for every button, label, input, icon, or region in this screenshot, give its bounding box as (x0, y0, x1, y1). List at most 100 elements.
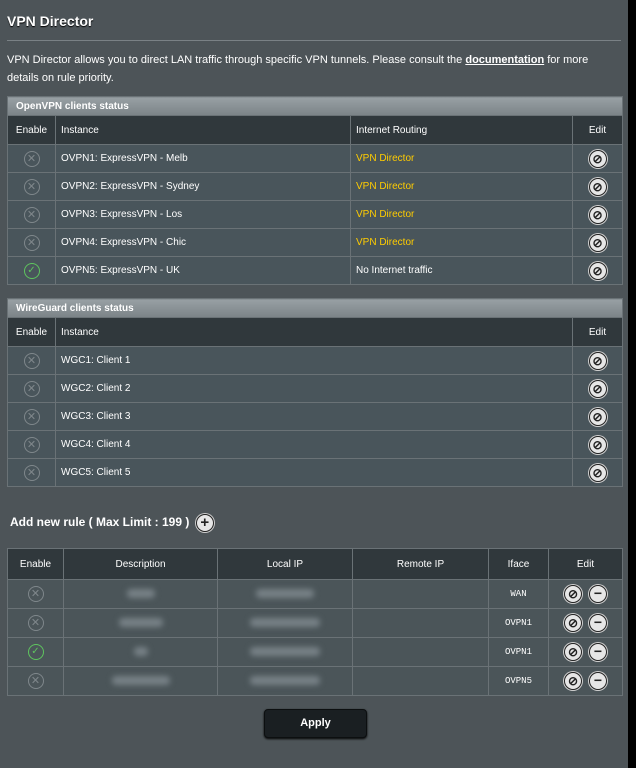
enabled-check-icon[interactable]: ✓ (27, 644, 44, 660)
pencil-edit-icon[interactable]: ⊘ (588, 261, 607, 280)
disabled-x-icon[interactable]: ✕ (27, 586, 44, 602)
redacted-description (126, 589, 155, 599)
add-rule-label: Add new rule ( Max Limit : 199 ) (10, 515, 190, 530)
openvpn-client-row: ✕ OVPN4: ExpressVPN - Chic VPN Director ⊘ (7, 228, 623, 257)
col-edit: Edit (548, 548, 623, 580)
apply-button[interactable]: Apply (264, 709, 367, 738)
pencil-edit-icon[interactable]: ⊘ (588, 351, 607, 370)
edit-cell: ⊘ (572, 228, 623, 257)
pencil-edit-icon[interactable]: ⊘ (588, 233, 607, 252)
enable-cell: ✓ (7, 637, 64, 667)
edit-cell: ⊘ (572, 172, 623, 201)
edit-cell: ⊘ − (548, 608, 623, 638)
edit-cell: ⊘ (572, 144, 623, 173)
redacted-description (133, 647, 148, 657)
minus-delete-icon[interactable]: − (589, 585, 607, 603)
rule-row: ✓ OVPN1 ⊘ − (7, 637, 623, 667)
openvpn-client-row: ✓ OVPN5: ExpressVPN - UK No Internet traff… (7, 256, 623, 285)
description-cell (63, 666, 218, 696)
wireguard-status-table: WireGuard clients status Enable Instance… (6, 298, 624, 487)
documentation-link[interactable]: documentation (465, 54, 544, 66)
openvpn-client-row: ✕ OVPN3: ExpressVPN - Los VPN Director ⊘ (7, 200, 623, 229)
instance-name: OVPN5: ExpressVPN - UK (55, 256, 351, 285)
pencil-edit-icon[interactable]: ⊘ (564, 643, 582, 661)
enable-cell: ✓ (7, 256, 56, 285)
intro-before: VPN Director allows you to direct LAN tr… (7, 54, 466, 66)
pencil-edit-icon[interactable]: ⊘ (588, 149, 607, 168)
pencil-edit-icon[interactable]: ⊘ (564, 672, 582, 690)
enable-cell: ✕ (7, 374, 56, 403)
local-ip-cell (217, 608, 353, 638)
pencil-edit-icon[interactable]: ⊘ (588, 463, 607, 482)
enable-cell: ✕ (7, 430, 56, 459)
iface-value: WAN (488, 579, 549, 609)
minus-delete-icon[interactable]: − (589, 643, 607, 661)
disabled-x-icon[interactable]: ✕ (27, 673, 44, 689)
openvpn-section-title: OpenVPN clients status (7, 96, 623, 116)
minus-delete-icon[interactable]: − (589, 614, 607, 632)
pencil-edit-icon[interactable]: ⊘ (564, 585, 582, 603)
openvpn-client-row: ✕ OVPN2: ExpressVPN - Sydney VPN Director ⊘ (7, 172, 623, 201)
rules-table: Enable Description Local IP Remote IP If… (7, 548, 623, 696)
col-description: Description (63, 548, 218, 580)
disabled-x-icon[interactable]: ✕ (23, 352, 40, 369)
instance-name: WGC4: Client 4 (55, 430, 573, 459)
disabled-x-icon[interactable]: ✕ (23, 178, 40, 195)
local-ip-cell (217, 579, 353, 609)
disabled-x-icon[interactable]: ✕ (23, 206, 40, 223)
edit-cell: ⊘ (571, 458, 624, 487)
title-divider (7, 40, 621, 41)
redacted-local-ip (250, 676, 320, 686)
wireguard-client-row: ✕ WGC3: Client 3 ⊘ (7, 402, 624, 431)
enable-cell: ✕ (7, 144, 56, 173)
edit-cell: ⊘ − (548, 637, 623, 667)
page-title: VPN Director (7, 13, 94, 29)
internet-routing-value: VPN Director (350, 172, 573, 201)
rule-row: ✕ OVPN5 ⊘ − (7, 666, 623, 696)
description-cell (63, 579, 218, 609)
instance-name: WGC1: Client 1 (55, 346, 573, 375)
disabled-x-icon[interactable]: ✕ (27, 615, 44, 631)
disabled-x-icon[interactable]: ✕ (23, 234, 40, 251)
col-enable: Enable (7, 548, 64, 580)
redacted-local-ip (250, 618, 320, 628)
pencil-edit-icon[interactable]: ⊘ (588, 407, 607, 426)
plus-add-icon[interactable]: + (195, 514, 214, 532)
minus-delete-icon[interactable]: − (589, 672, 607, 690)
rule-row: ✕ WAN ⊘ − (7, 579, 623, 609)
col-internet-routing: Internet Routing (350, 115, 573, 145)
col-edit: Edit (572, 115, 623, 145)
wireguard-client-row: ✕ WGC1: Client 1 ⊘ (7, 346, 624, 375)
col-instance: Instance (55, 115, 351, 145)
col-local-ip: Local IP (217, 548, 353, 580)
enabled-check-icon[interactable]: ✓ (23, 262, 40, 279)
enable-cell: ✕ (7, 228, 56, 257)
pencil-edit-icon[interactable]: ⊘ (588, 205, 607, 224)
vpn-director-page: VPN Director VPN Director allows you to … (0, 0, 628, 768)
disabled-x-icon[interactable]: ✕ (23, 380, 40, 397)
pencil-edit-icon[interactable]: ⊘ (588, 435, 607, 454)
disabled-x-icon[interactable]: ✕ (23, 464, 40, 481)
pencil-edit-icon[interactable]: ⊘ (564, 614, 582, 632)
pencil-edit-icon[interactable]: ⊘ (588, 177, 607, 196)
instance-name: OVPN1: ExpressVPN - Melb (55, 144, 351, 173)
disabled-x-icon[interactable]: ✕ (23, 150, 40, 167)
openvpn-client-row: ✕ OVPN1: ExpressVPN - Melb VPN Director ⊘ (7, 144, 623, 173)
col-iface: Iface (488, 548, 549, 580)
edit-cell: ⊘ (572, 200, 623, 229)
window-edge (628, 0, 636, 768)
edit-cell: ⊘ (571, 374, 624, 403)
disabled-x-icon[interactable]: ✕ (23, 408, 40, 425)
intro-text: VPN Director allows you to direct LAN tr… (7, 51, 617, 87)
redacted-local-ip (256, 589, 314, 599)
description-cell (63, 637, 218, 667)
add-rule-row: Add new rule ( Max Limit : 199 ) + (10, 514, 214, 532)
instance-name: WGC2: Client 2 (55, 374, 573, 403)
redacted-description (118, 618, 163, 628)
remote-ip-cell (352, 637, 489, 667)
pencil-edit-icon[interactable]: ⊘ (588, 379, 607, 398)
instance-name: WGC3: Client 3 (55, 402, 573, 431)
edit-cell: ⊘ − (548, 666, 623, 696)
col-edit: Edit (571, 317, 624, 347)
disabled-x-icon[interactable]: ✕ (23, 436, 40, 453)
